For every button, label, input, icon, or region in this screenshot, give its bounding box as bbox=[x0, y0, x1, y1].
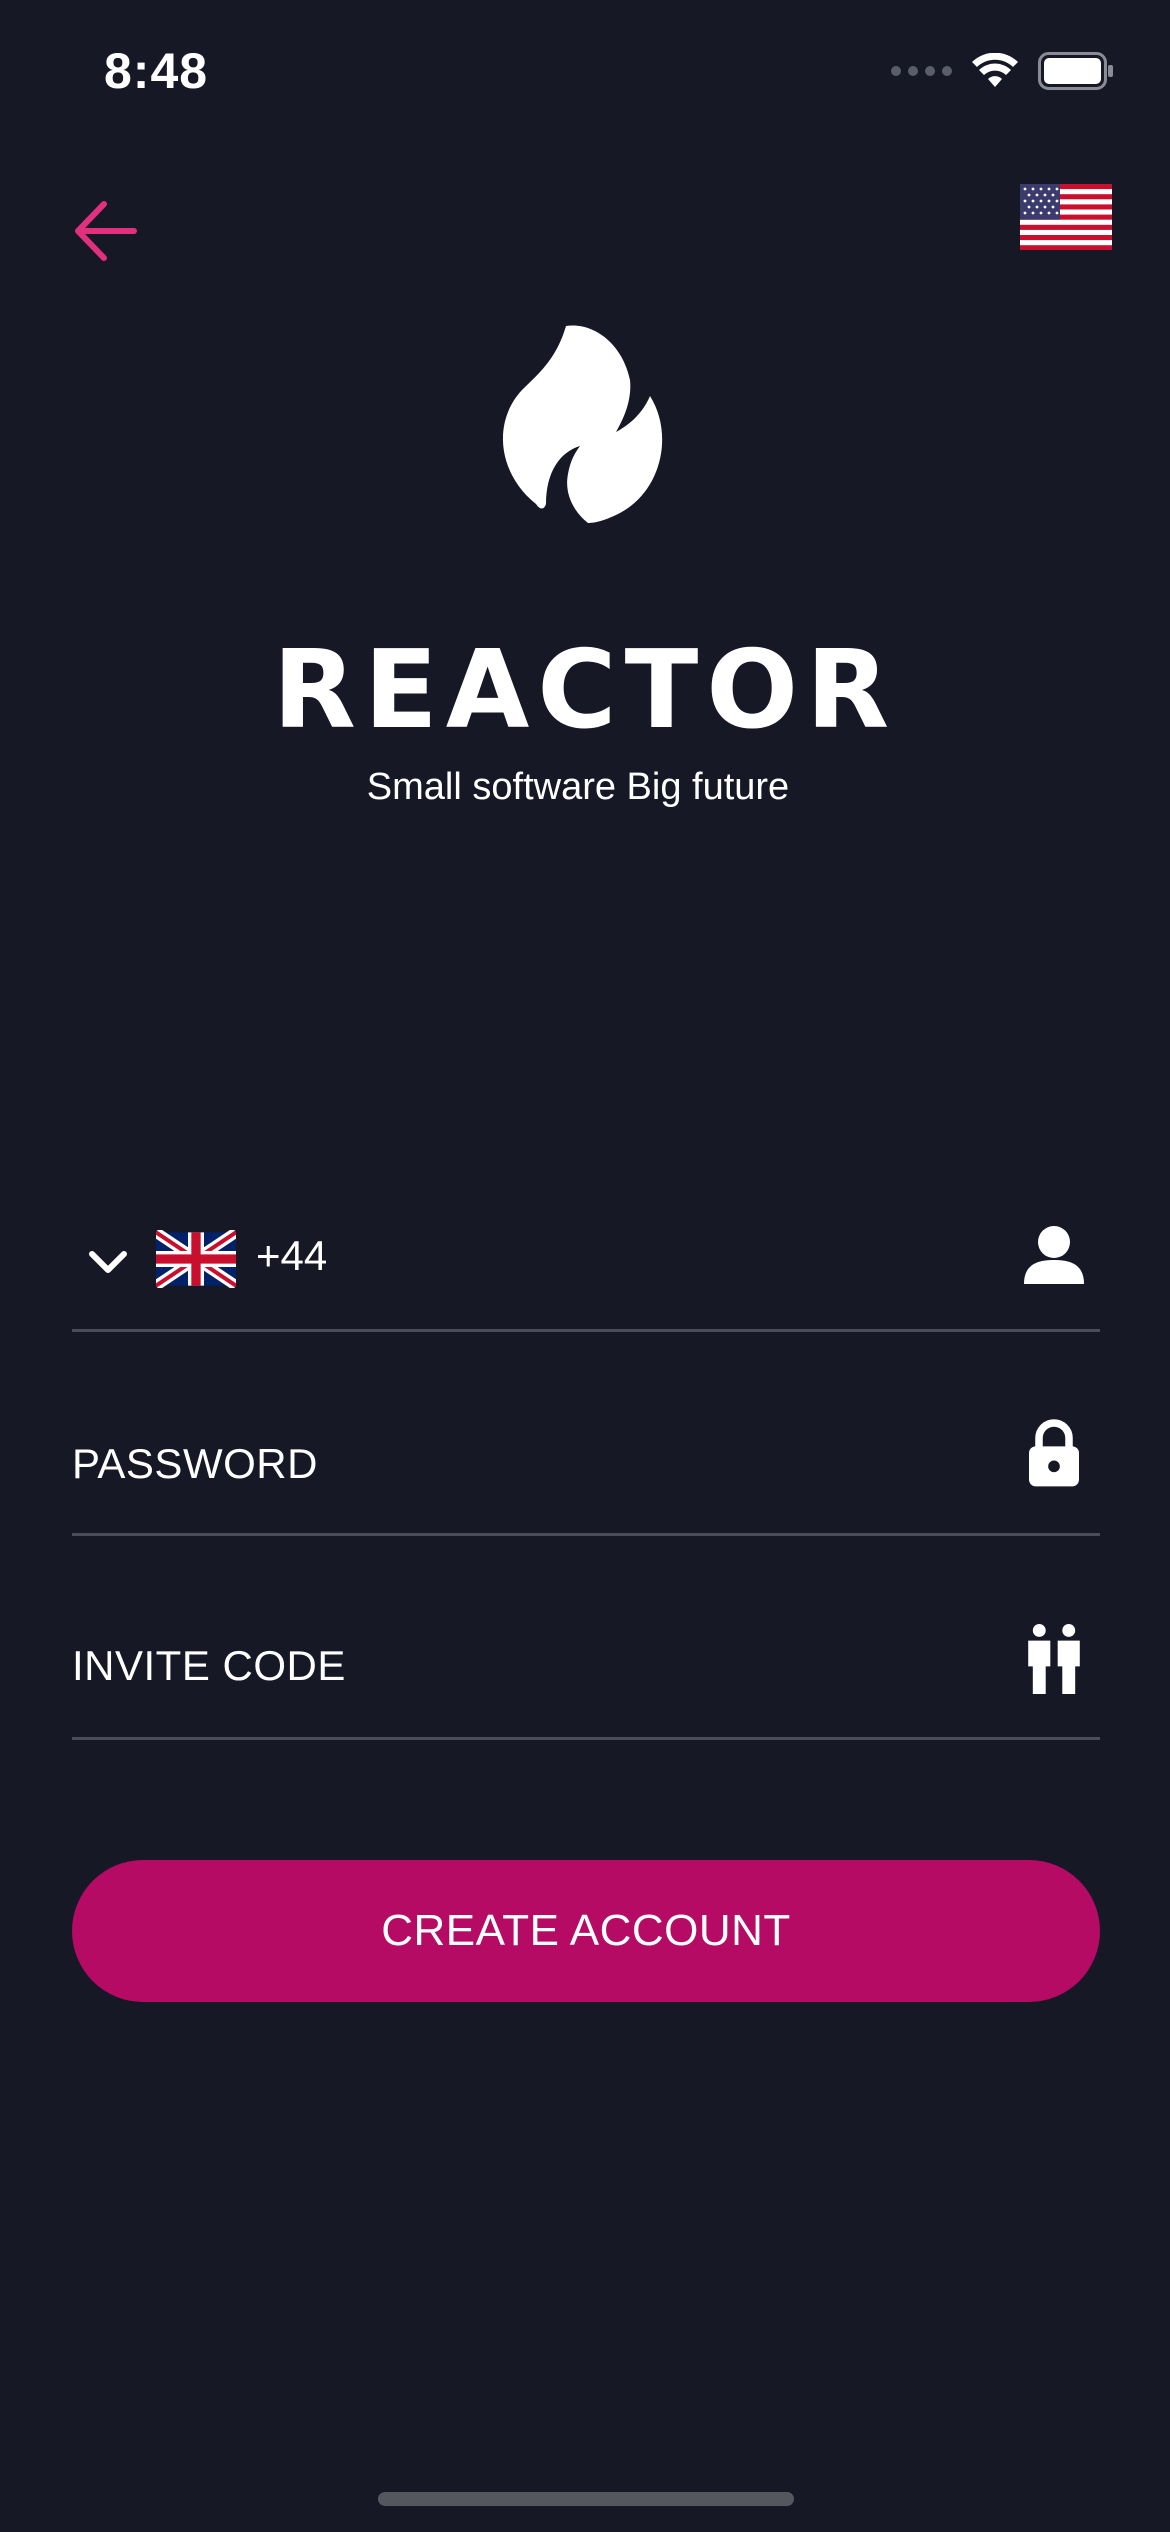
signup-screen: 8:48 REACTOR Small software Big future +… bbox=[0, 0, 1170, 2532]
password-input[interactable] bbox=[72, 1414, 1012, 1533]
wifi-icon bbox=[972, 53, 1018, 87]
battery-icon bbox=[1038, 52, 1113, 90]
flame-icon bbox=[502, 325, 663, 523]
phone-field: +44 bbox=[72, 1212, 1100, 1332]
tagline: Small software Big future bbox=[366, 766, 790, 808]
status-indicators bbox=[891, 52, 1114, 90]
home-indicator[interactable] bbox=[378, 2492, 794, 2506]
create-account-button[interactable]: CREATE ACCOUNT bbox=[72, 1860, 1100, 2002]
status-time: 8:48 bbox=[104, 43, 209, 99]
language-selector[interactable] bbox=[1020, 184, 1112, 250]
user-icon bbox=[1024, 1226, 1084, 1284]
phone-input[interactable] bbox=[332, 1212, 1012, 1329]
app-name: REACTOR bbox=[272, 628, 898, 753]
invite-code-field: INVITE CODE bbox=[72, 1616, 1100, 1740]
back-button[interactable] bbox=[72, 198, 138, 264]
arrow-left-icon bbox=[75, 201, 137, 261]
people-icon bbox=[1028, 1624, 1080, 1694]
password-field: PASSWORD bbox=[72, 1414, 1100, 1536]
chevron-down-icon[interactable] bbox=[86, 1240, 130, 1284]
dial-code: +44 bbox=[256, 1232, 328, 1279]
signal-icon bbox=[891, 66, 952, 76]
us-flag-icon bbox=[1020, 184, 1112, 250]
lock-icon bbox=[1029, 1419, 1079, 1487]
invite-code-input[interactable] bbox=[72, 1616, 1012, 1737]
uk-flag-icon[interactable] bbox=[156, 1230, 236, 1288]
